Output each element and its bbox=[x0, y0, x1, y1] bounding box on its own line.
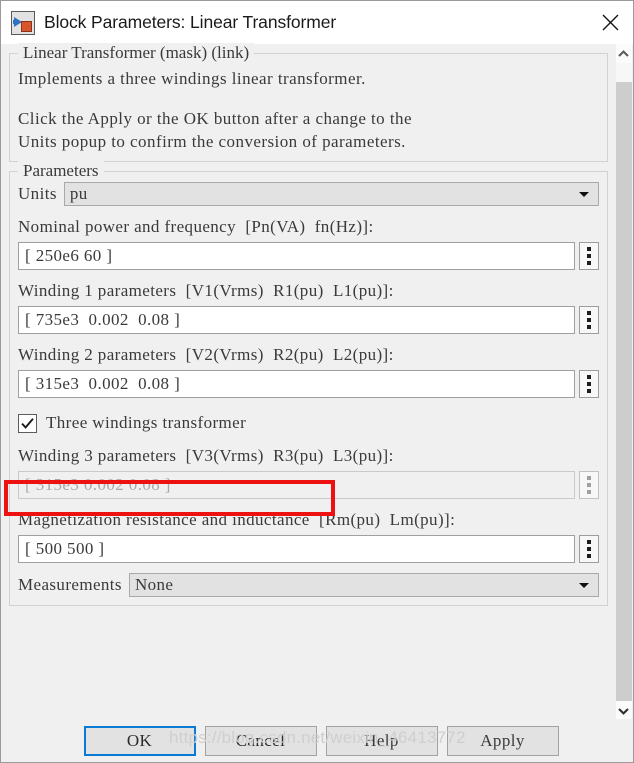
ok-button[interactable]: OK bbox=[83, 725, 196, 756]
dialog-button-bar: OK Cancel Help Apply bbox=[1, 719, 633, 762]
description-line-2: Click the Apply or the OK button after a… bbox=[18, 109, 412, 128]
winding2-row: [ 315e3 0.002 0.08 ] bbox=[18, 370, 599, 398]
winding1-input[interactable]: [ 735e3 0.002 0.08 ] bbox=[18, 306, 575, 334]
units-label: Units bbox=[18, 184, 57, 203]
three-windings-row[interactable]: Three windings transformer bbox=[18, 411, 599, 435]
block-parameters-dialog: Block Parameters: Linear Transformer Lin… bbox=[0, 0, 634, 763]
nominal-label: Nominal power and frequency [Pn(VA) fn(H… bbox=[18, 217, 374, 236]
chevron-down-icon bbox=[579, 192, 589, 197]
close-icon[interactable] bbox=[585, 1, 633, 44]
nominal-row: [ 250e6 60 ] bbox=[18, 242, 599, 270]
winding3-row: [ 315e3 0.002 0.08 ] bbox=[18, 471, 599, 499]
measurements-select[interactable]: None bbox=[128, 573, 599, 597]
magnetization-row: [ 500 500 ] bbox=[18, 535, 599, 563]
units-select[interactable]: pu bbox=[63, 182, 599, 206]
description-legend: Linear Transformer (mask) (link) bbox=[18, 43, 255, 63]
scrollbar-track[interactable] bbox=[615, 63, 632, 711]
parameters-legend: Parameters bbox=[18, 161, 104, 181]
three-windings-checkbox[interactable] bbox=[18, 413, 37, 433]
winding3-input: [ 315e3 0.002 0.08 ] bbox=[18, 471, 575, 499]
measurements-value: None bbox=[134, 575, 174, 594]
cancel-button[interactable]: Cancel bbox=[204, 725, 317, 756]
winding3-label: Winding 3 parameters [V3(Vrms) R3(pu) L3… bbox=[18, 446, 394, 465]
winding2-more-button[interactable] bbox=[579, 370, 599, 398]
description-group: Linear Transformer (mask) (link) Impleme… bbox=[9, 43, 608, 162]
description-line-3: Units popup to confirm the conversion of… bbox=[18, 132, 406, 151]
chevron-down-icon bbox=[579, 583, 589, 588]
magnetization-more-button[interactable] bbox=[579, 535, 599, 563]
vertical-scrollbar[interactable] bbox=[614, 44, 632, 720]
dialog-content: Linear Transformer (mask) (link) Impleme… bbox=[1, 43, 616, 720]
measurements-label: Measurements bbox=[18, 575, 122, 594]
nominal-more-button[interactable] bbox=[579, 242, 599, 270]
description-line-1: Implements a three windings linear trans… bbox=[18, 69, 366, 88]
scroll-down-icon[interactable] bbox=[615, 701, 632, 720]
winding2-label: Winding 2 parameters [V2(Vrms) R2(pu) L2… bbox=[18, 345, 394, 364]
nominal-input[interactable]: [ 250e6 60 ] bbox=[18, 242, 575, 270]
winding1-label: Winding 1 parameters [V1(Vrms) R1(pu) L1… bbox=[18, 281, 394, 300]
winding3-more-button bbox=[579, 471, 599, 499]
scroll-up-icon[interactable] bbox=[615, 44, 632, 63]
scrollbar-thumb[interactable] bbox=[615, 82, 632, 711]
window-title: Block Parameters: Linear Transformer bbox=[44, 12, 337, 32]
winding2-input[interactable]: [ 315e3 0.002 0.08 ] bbox=[18, 370, 575, 398]
units-row: Units pu bbox=[18, 182, 599, 206]
apply-button[interactable]: Apply bbox=[446, 725, 559, 756]
title-bar: Block Parameters: Linear Transformer bbox=[1, 1, 633, 44]
simulink-block-icon bbox=[11, 10, 35, 35]
magnetization-label: Magnetization resistance and inductance … bbox=[18, 510, 456, 529]
three-windings-label: Three windings transformer bbox=[46, 413, 247, 432]
measurements-row: Measurements None bbox=[18, 573, 599, 597]
magnetization-input[interactable]: [ 500 500 ] bbox=[18, 535, 575, 563]
units-value: pu bbox=[69, 184, 88, 203]
winding1-row: [ 735e3 0.002 0.08 ] bbox=[18, 306, 599, 334]
help-button[interactable]: Help bbox=[325, 725, 438, 756]
parameters-group: Parameters Units pu Nominal power and fr… bbox=[9, 161, 608, 606]
winding1-more-button[interactable] bbox=[579, 306, 599, 334]
